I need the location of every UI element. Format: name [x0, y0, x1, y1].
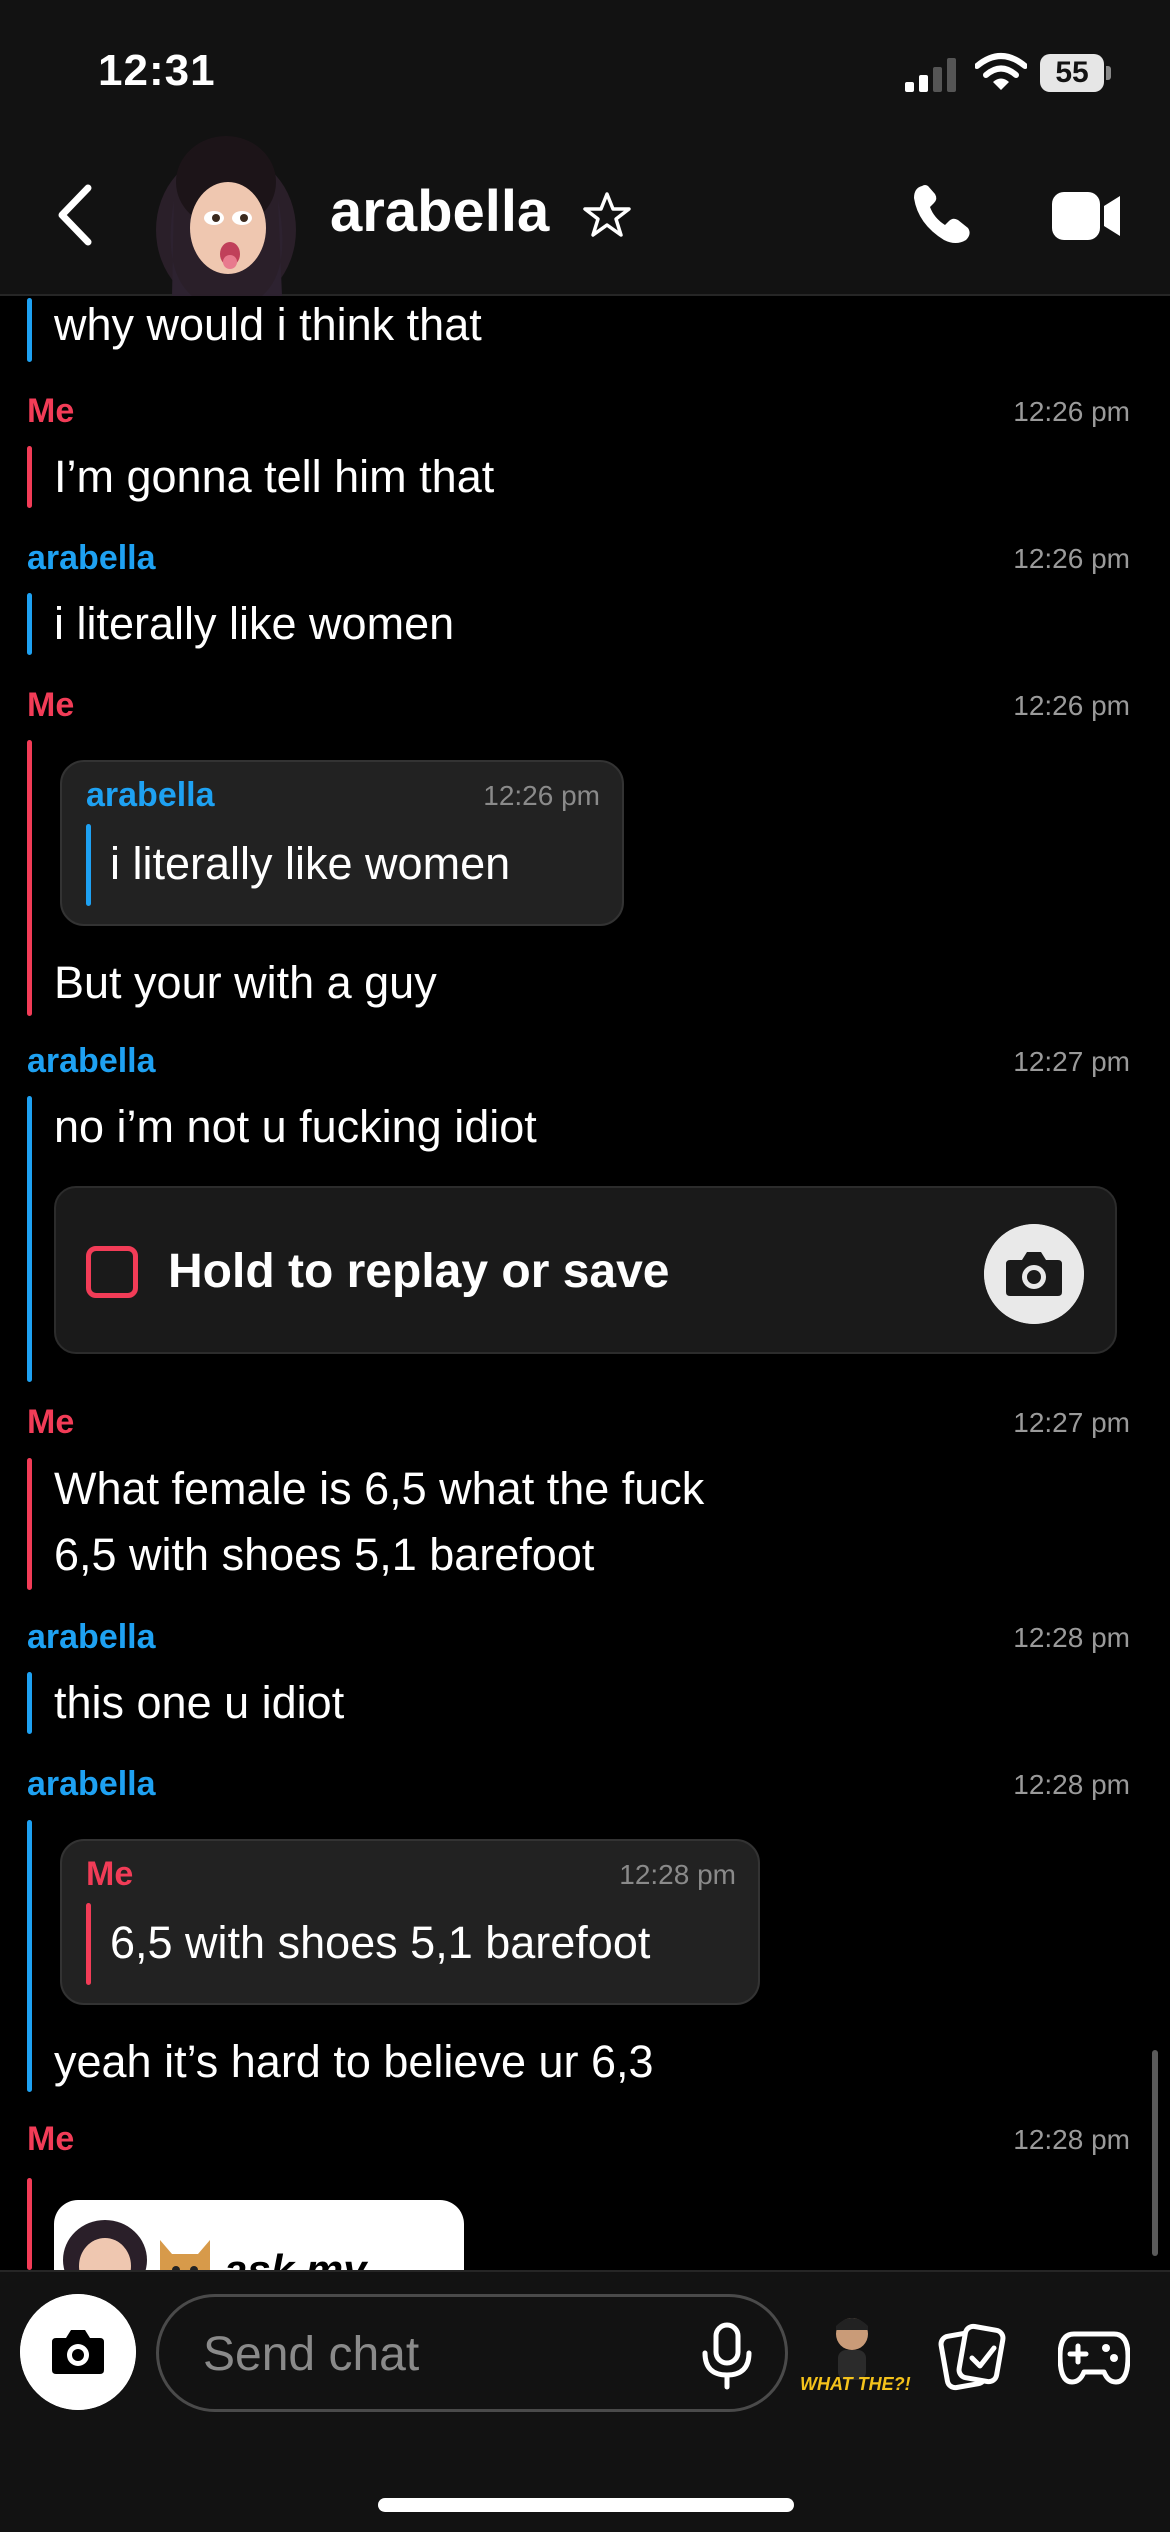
wifi-icon	[975, 53, 1027, 90]
cellular-signal-icon	[905, 58, 956, 92]
phone-icon[interactable]	[908, 180, 976, 248]
message-timestamp: 12:28 pm	[1013, 2124, 1130, 2155]
back-chevron-icon[interactable]	[50, 180, 100, 250]
battery-indicator: 55	[1040, 54, 1111, 92]
message-timestamp: 12:26 pm	[1013, 543, 1130, 574]
sender-label-friend: arabella	[27, 1042, 156, 1080]
my-message-bar	[27, 446, 32, 508]
sender-label-me: Me	[27, 2120, 75, 2158]
friend-message-bar	[27, 298, 32, 362]
friend-message-bar	[27, 593, 32, 655]
quoted-text: i literally like women	[110, 838, 511, 889]
message-text[interactable]: I’m gonna tell him that	[54, 444, 494, 510]
sticker-image[interactable]: ask my crush	[54, 2200, 464, 2270]
sender-label-me: Me	[27, 686, 75, 724]
sender-label-me: Me	[27, 392, 75, 430]
battery-level: 55	[1040, 54, 1104, 92]
quoted-timestamp: 12:28 pm	[619, 1859, 736, 1890]
status-time: 12:31	[98, 46, 216, 95]
quoted-bar	[86, 824, 91, 906]
star-outline-icon	[583, 192, 631, 237]
video-camera-icon[interactable]	[1050, 188, 1122, 244]
chat-scrollbar[interactable]	[1152, 2050, 1158, 2256]
chat-composer-bar: Send chat WHAT THE?!	[0, 2270, 1170, 2532]
my-message-bar	[27, 740, 32, 1016]
memories-cards-icon[interactable]	[938, 2322, 1008, 2392]
message-text[interactable]: i literally like women	[54, 591, 454, 657]
chat-header: 12:31 55 arabella	[0, 0, 1170, 296]
battery-nub	[1106, 66, 1111, 80]
message-text[interactable]: no i’m not u fucking idiot	[54, 1094, 537, 1160]
cat-icon	[160, 2240, 210, 2270]
camera-button-icon[interactable]	[20, 2294, 136, 2410]
home-indicator[interactable]	[378, 2498, 794, 2512]
my-message-bar	[27, 2178, 32, 2270]
camera-icon[interactable]	[984, 1224, 1084, 1324]
message-text[interactable]: this one u idiot	[54, 1670, 344, 1736]
contact-name[interactable]: arabella	[330, 178, 549, 245]
message-timestamp: 12:28 pm	[1013, 1622, 1130, 1653]
sender-label-friend: arabella	[27, 539, 156, 577]
quoted-timestamp: 12:26 pm	[483, 780, 600, 811]
sticker-caption: ask my crush	[224, 2246, 367, 2270]
message-timestamp: 12:26 pm	[1013, 690, 1130, 721]
quoted-bar	[86, 1903, 91, 1985]
friend-message-bar	[27, 1096, 32, 1382]
bitmoji-sticker-button[interactable]: WHAT THE?!	[800, 2312, 911, 2408]
message-timestamp: 12:27 pm	[1013, 1046, 1130, 1077]
message-text-line-2[interactable]: 6,5 with shoes 5,1 barefoot	[54, 1522, 594, 1588]
bitmoji-caption: WHAT THE?!	[800, 2374, 911, 2394]
sender-label-me: Me	[27, 1403, 75, 1441]
quoted-text: 6,5 with shoes 5,1 barefoot	[110, 1917, 651, 1968]
chat-input-placeholder: Send chat	[203, 2328, 420, 2381]
message-timestamp: 12:26 pm	[1013, 396, 1130, 427]
quoted-sender: arabella	[86, 776, 215, 814]
friend-message-bar	[27, 1672, 32, 1734]
snap-replay-card[interactable]: Hold to replay or save	[54, 1186, 1117, 1354]
contact-avatar[interactable]	[152, 130, 300, 296]
bitmoji-face-icon	[63, 2220, 147, 2270]
sender-label-friend: arabella	[27, 1765, 156, 1803]
quoted-sender: Me	[86, 1855, 134, 1893]
quoted-message[interactable]: arabella 12:26 pm i literally like women	[60, 760, 624, 926]
snap-replay-label: Hold to replay or save	[168, 1245, 670, 1298]
my-message-bar	[27, 1458, 32, 1590]
microphone-icon[interactable]	[697, 2321, 757, 2391]
message-text[interactable]: yeah it’s hard to believe ur 6,3	[54, 2029, 654, 2095]
snap-indicator-square-icon	[86, 1246, 138, 1298]
quoted-message[interactable]: Me 12:28 pm 6,5 with shoes 5,1 barefoot	[60, 1839, 760, 2005]
game-controller-icon[interactable]	[1058, 2326, 1130, 2388]
message-timestamp: 12:28 pm	[1013, 1769, 1130, 1800]
friend-message-bar	[27, 1820, 32, 2092]
message-text[interactable]: But your with a guy	[54, 950, 437, 1016]
chat-thread[interactable]: why would i think that Me 12:26 pm I’m g…	[0, 298, 1170, 2270]
chat-input[interactable]: Send chat	[156, 2294, 788, 2412]
message-timestamp: 12:27 pm	[1013, 1407, 1130, 1438]
message-text[interactable]: why would i think that	[54, 298, 482, 358]
message-text-line-1[interactable]: What female is 6,5 what the fuck	[54, 1456, 704, 1522]
sender-label-friend: arabella	[27, 1618, 156, 1656]
